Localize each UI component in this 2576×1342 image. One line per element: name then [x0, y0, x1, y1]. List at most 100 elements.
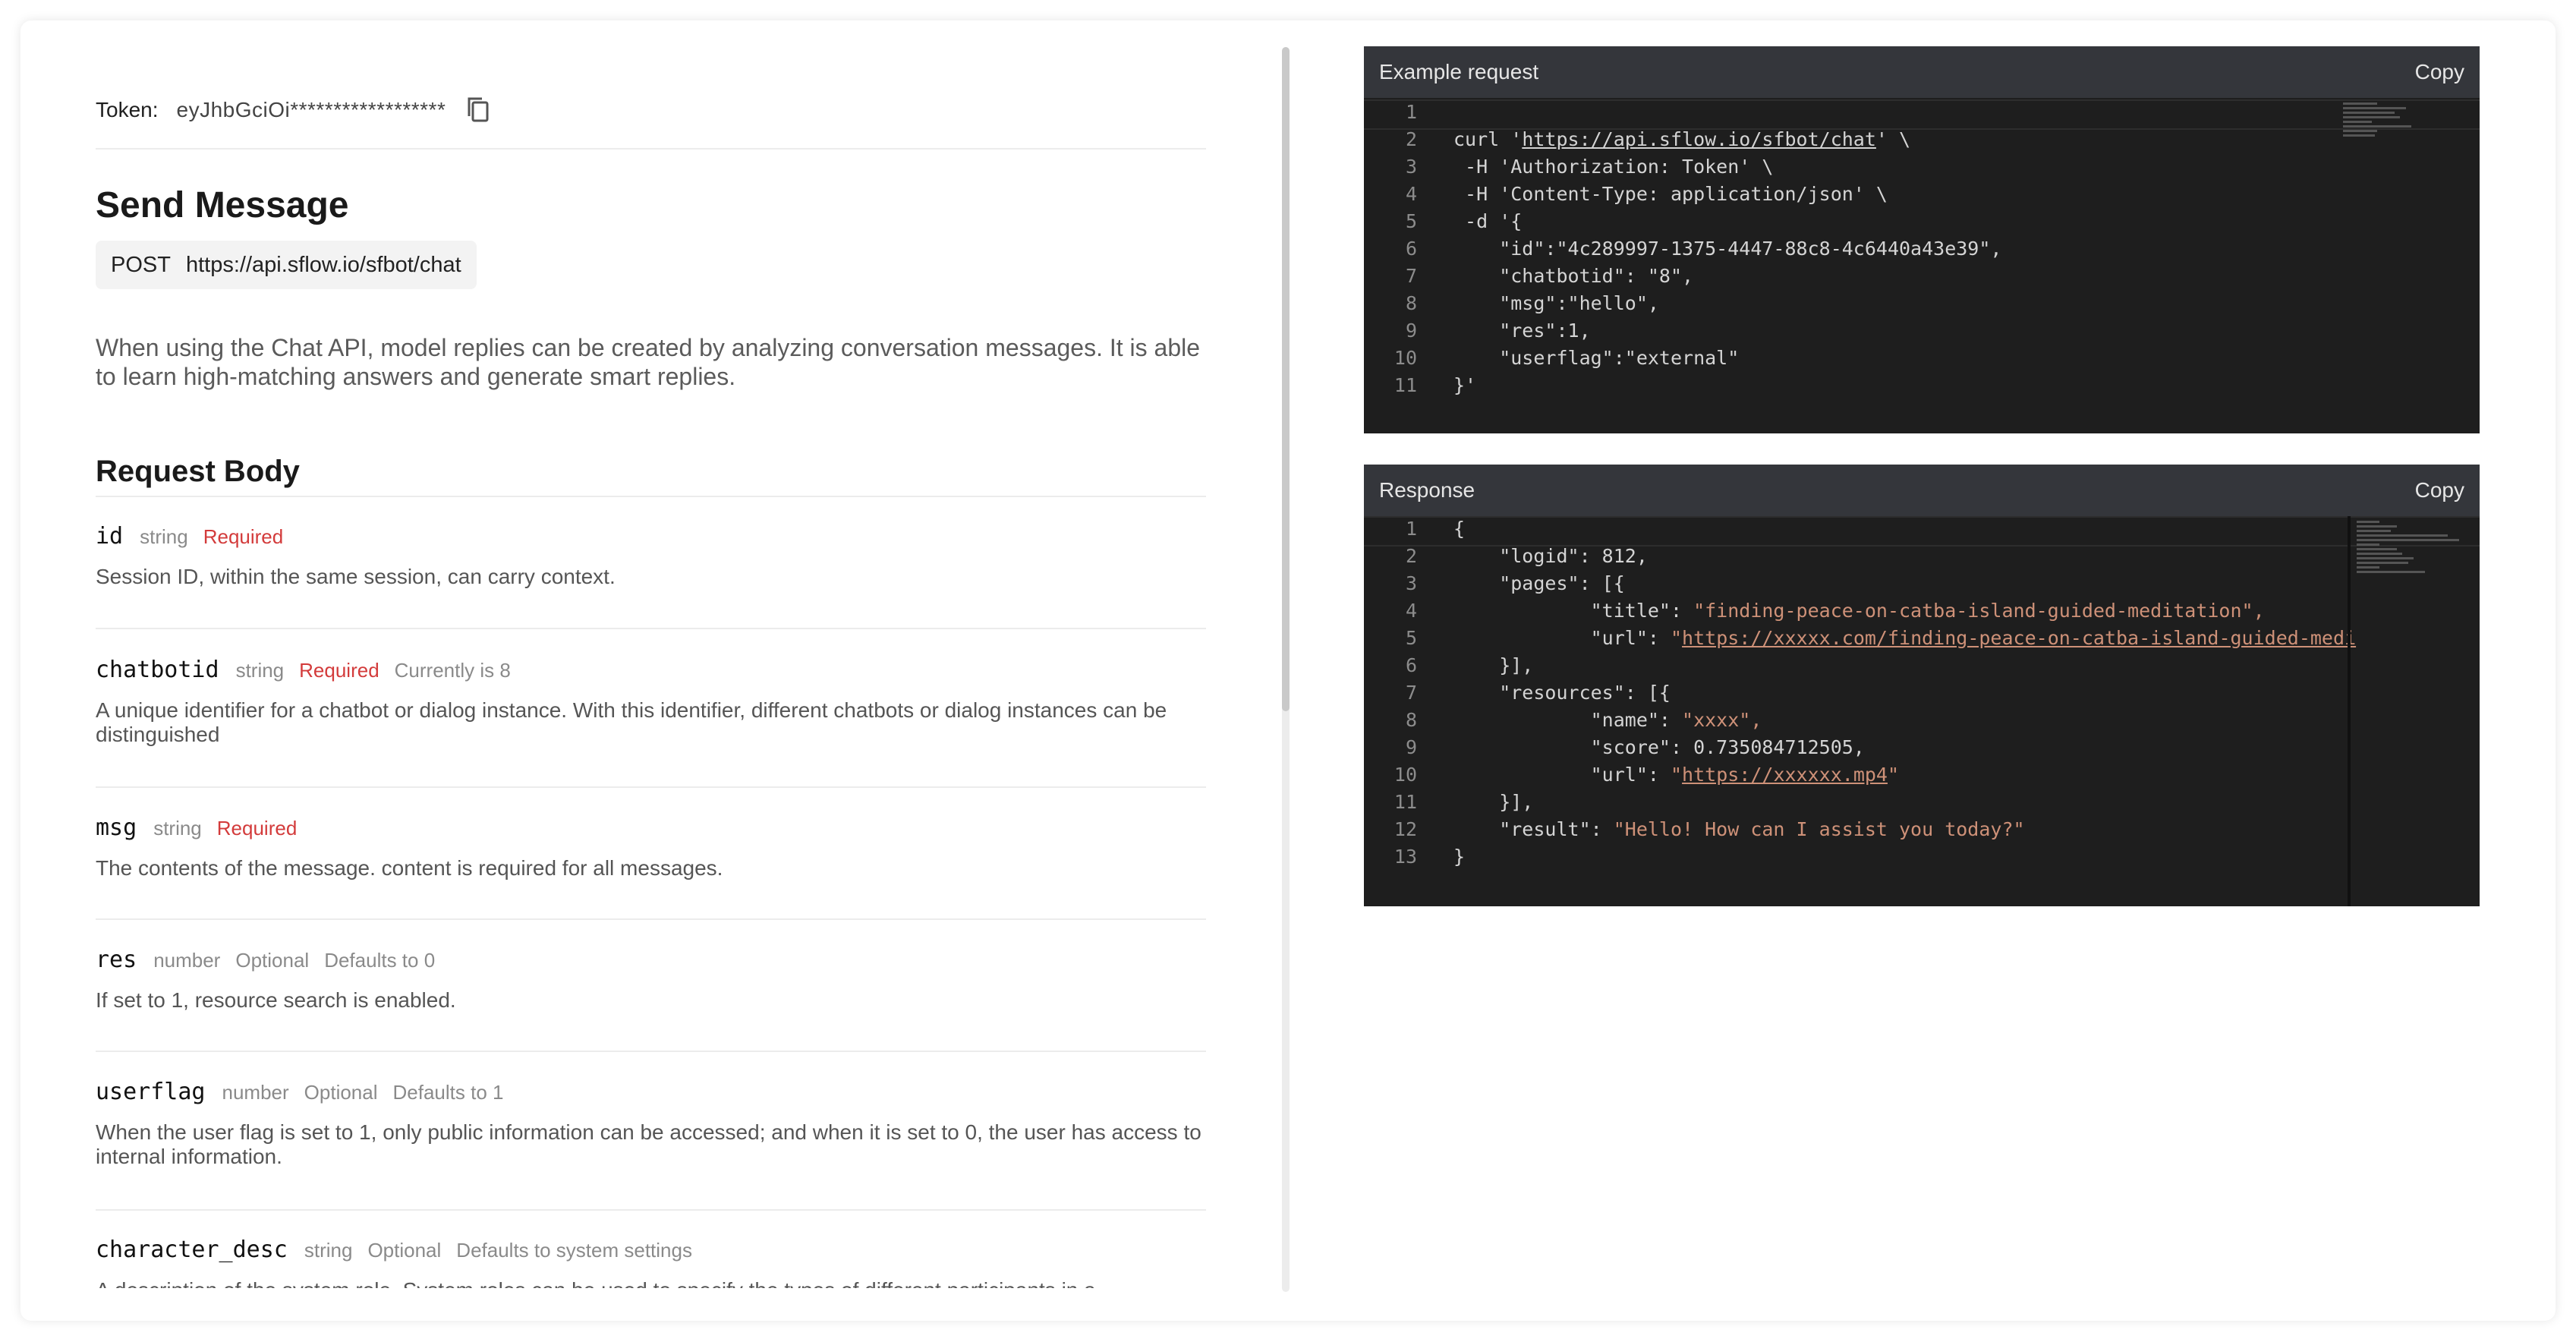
- line-number: 8: [1405, 709, 1417, 731]
- code-text: }],: [1453, 791, 1534, 813]
- documentation-panel[interactable]: Token: eyJhbGciOi****************** Send…: [20, 20, 1265, 1288]
- code-line[interactable]: 12 "result": "Hello! How can I assist yo…: [1364, 818, 2480, 846]
- param-name: msg: [96, 814, 137, 841]
- code-line[interactable]: 10 "userflag":"external": [1364, 347, 2480, 374]
- line-number: 9: [1405, 736, 1417, 758]
- code-line[interactable]: 2 "logid": 812,: [1364, 545, 2480, 572]
- param-description: When the user flag is set to 1, only pub…: [96, 1120, 1201, 1168]
- copy-response-button[interactable]: Copy: [2415, 478, 2464, 502]
- code-line[interactable]: 5 -d '{: [1364, 210, 2480, 238]
- response-panel: Response Copy 1{2 "logid": 812, 3 "pages"…: [1364, 465, 2480, 906]
- line-number: 8: [1405, 292, 1417, 314]
- param-name: id: [96, 523, 124, 550]
- code-line[interactable]: 1{: [1364, 516, 2480, 547]
- code-line[interactable]: 7 "chatbotid": "8",: [1364, 265, 2480, 292]
- code-line[interactable]: 3 -H 'Authorization: Token' \: [1364, 156, 2480, 183]
- line-number: 6: [1405, 654, 1417, 676]
- token-row: Token: eyJhbGciOi******************: [96, 93, 491, 127]
- response-code[interactable]: 1{2 "logid": 812, 3 "pages": [{4 "title":…: [1364, 516, 2480, 873]
- param-chatbotid: chatbotid string Required Currently is 8…: [96, 657, 1206, 747]
- code-text: "title": "finding-peace-on-catba-island-…: [1453, 600, 2265, 622]
- code-line[interactable]: 3 "pages": [{: [1364, 572, 2480, 600]
- line-number: 11: [1393, 791, 1417, 813]
- param-default: Defaults to system settings: [456, 1239, 692, 1262]
- code-line[interactable]: 1: [1364, 99, 2480, 130]
- line-number: 10: [1393, 764, 1417, 786]
- param-optional-badge: Optional: [235, 949, 310, 972]
- line-number: 6: [1405, 238, 1417, 260]
- divider: [96, 918, 1206, 920]
- response-minimap[interactable]: [2357, 521, 2471, 575]
- token-value: eyJhbGciOi******************: [176, 98, 446, 121]
- line-number: 4: [1405, 600, 1417, 622]
- code-line[interactable]: 9 "score": 0.735084712505,: [1364, 736, 2480, 764]
- doc-scrollbar-thumb[interactable]: [1282, 47, 1290, 711]
- code-text: "result": "Hello! How can I assist you t…: [1453, 818, 2025, 840]
- param-name: userflag: [96, 1079, 206, 1105]
- divider: [96, 1051, 1206, 1052]
- code-line[interactable]: 8 "msg":"hello",: [1364, 292, 2480, 320]
- code-text: "logid": 812,: [1453, 545, 1648, 567]
- example-request-panel: Example request Copy 1 2 curl 'https://api…: [1364, 46, 2480, 433]
- request-minimap[interactable]: [2343, 102, 2457, 139]
- code-line[interactable]: 11}': [1364, 374, 2480, 402]
- param-name: character_desc: [96, 1236, 288, 1263]
- code-line[interactable]: 2 curl 'https://api.sflow.io/sfbot/chat' …: [1364, 128, 2480, 156]
- code-text: -d '{: [1453, 210, 1523, 232]
- code-text: "url": "https://xxxxx.com/finding-peace-…: [1453, 627, 2357, 649]
- code-text: "url": "https://xxxxxx.mp4": [1453, 764, 1900, 786]
- divider: [96, 628, 1206, 629]
- code-text: "score": 0.735084712505,: [1453, 736, 1865, 758]
- code-line[interactable]: 11 }],: [1364, 791, 2480, 818]
- page-title: Send Message: [96, 185, 349, 225]
- example-request-code[interactable]: 1 2 curl 'https://api.sflow.io/sfbot/chat'…: [1364, 98, 2480, 402]
- token-label: Token:: [96, 98, 159, 121]
- param-id: id string Required Session ID, within th…: [96, 523, 1206, 589]
- http-method: POST: [111, 252, 171, 277]
- param-default: Currently is 8: [394, 659, 511, 682]
- param-required-badge: Required: [216, 817, 298, 840]
- code-text: }: [1453, 846, 1466, 868]
- param-default: Defaults to 0: [324, 949, 436, 972]
- param-res: res number Optional Defaults to 0 If set…: [96, 947, 1206, 1013]
- code-text: }],: [1453, 654, 1534, 676]
- param-default: Defaults to 1: [392, 1081, 504, 1104]
- param-type: number: [153, 949, 221, 972]
- line-number: 5: [1405, 627, 1417, 649]
- code-text: "resources": [{: [1453, 682, 1671, 704]
- code-line[interactable]: 4 -H 'Content-Type: application/json' \: [1364, 183, 2480, 210]
- code-text: "name": "xxxx",: [1453, 709, 1762, 731]
- code-line[interactable]: 6 "id":"4c289997-1375-4447-88c8-4c6440a4…: [1364, 238, 2480, 265]
- code-line[interactable]: 5 "url": "https://xxxxx.com/finding-peac…: [1364, 627, 2480, 654]
- code-text: }': [1453, 374, 1477, 396]
- code-line[interactable]: 4 "title": "finding-peace-on-catba-islan…: [1364, 600, 2480, 627]
- code-line[interactable]: 6 }],: [1364, 654, 2480, 682]
- line-number: 3: [1405, 572, 1417, 594]
- code-text: "pages": [{: [1453, 572, 1625, 594]
- param-optional-badge: Optional: [304, 1081, 378, 1104]
- code-text: {: [1453, 518, 1466, 540]
- api-doc-card: Token: eyJhbGciOi****************** Send…: [20, 20, 2556, 1321]
- code-line[interactable]: 13}: [1364, 846, 2480, 873]
- line-number: 2: [1405, 128, 1417, 150]
- line-number: 1: [1405, 518, 1417, 540]
- copy-request-button[interactable]: Copy: [2415, 60, 2464, 84]
- code-line[interactable]: 9 "res":1,: [1364, 320, 2480, 347]
- line-number: 7: [1405, 682, 1417, 704]
- code-text: "msg":"hello",: [1453, 292, 1659, 314]
- line-number: 5: [1405, 210, 1417, 232]
- param-name: res: [96, 947, 137, 973]
- code-line[interactable]: 7 "resources": [{: [1364, 682, 2480, 709]
- code-line[interactable]: 8 "name": "xxxx",: [1364, 709, 2480, 736]
- code-line[interactable]: 10 "url": "https://xxxxxx.mp4": [1364, 764, 2480, 791]
- copy-token-icon[interactable]: [465, 96, 491, 124]
- code-text: -H 'Content-Type: application/json' \: [1453, 183, 1888, 205]
- param-required-badge: Required: [299, 659, 379, 682]
- line-number: 9: [1405, 320, 1417, 342]
- endpoint-description: When using the Chat API, model replies c…: [96, 334, 1201, 390]
- param-character-desc: character_desc string Optional Defaults …: [96, 1236, 1206, 1288]
- param-optional-badge: Optional: [367, 1239, 442, 1262]
- divider: [96, 148, 1206, 150]
- line-number: 7: [1405, 265, 1417, 287]
- param-type: string: [140, 525, 188, 548]
